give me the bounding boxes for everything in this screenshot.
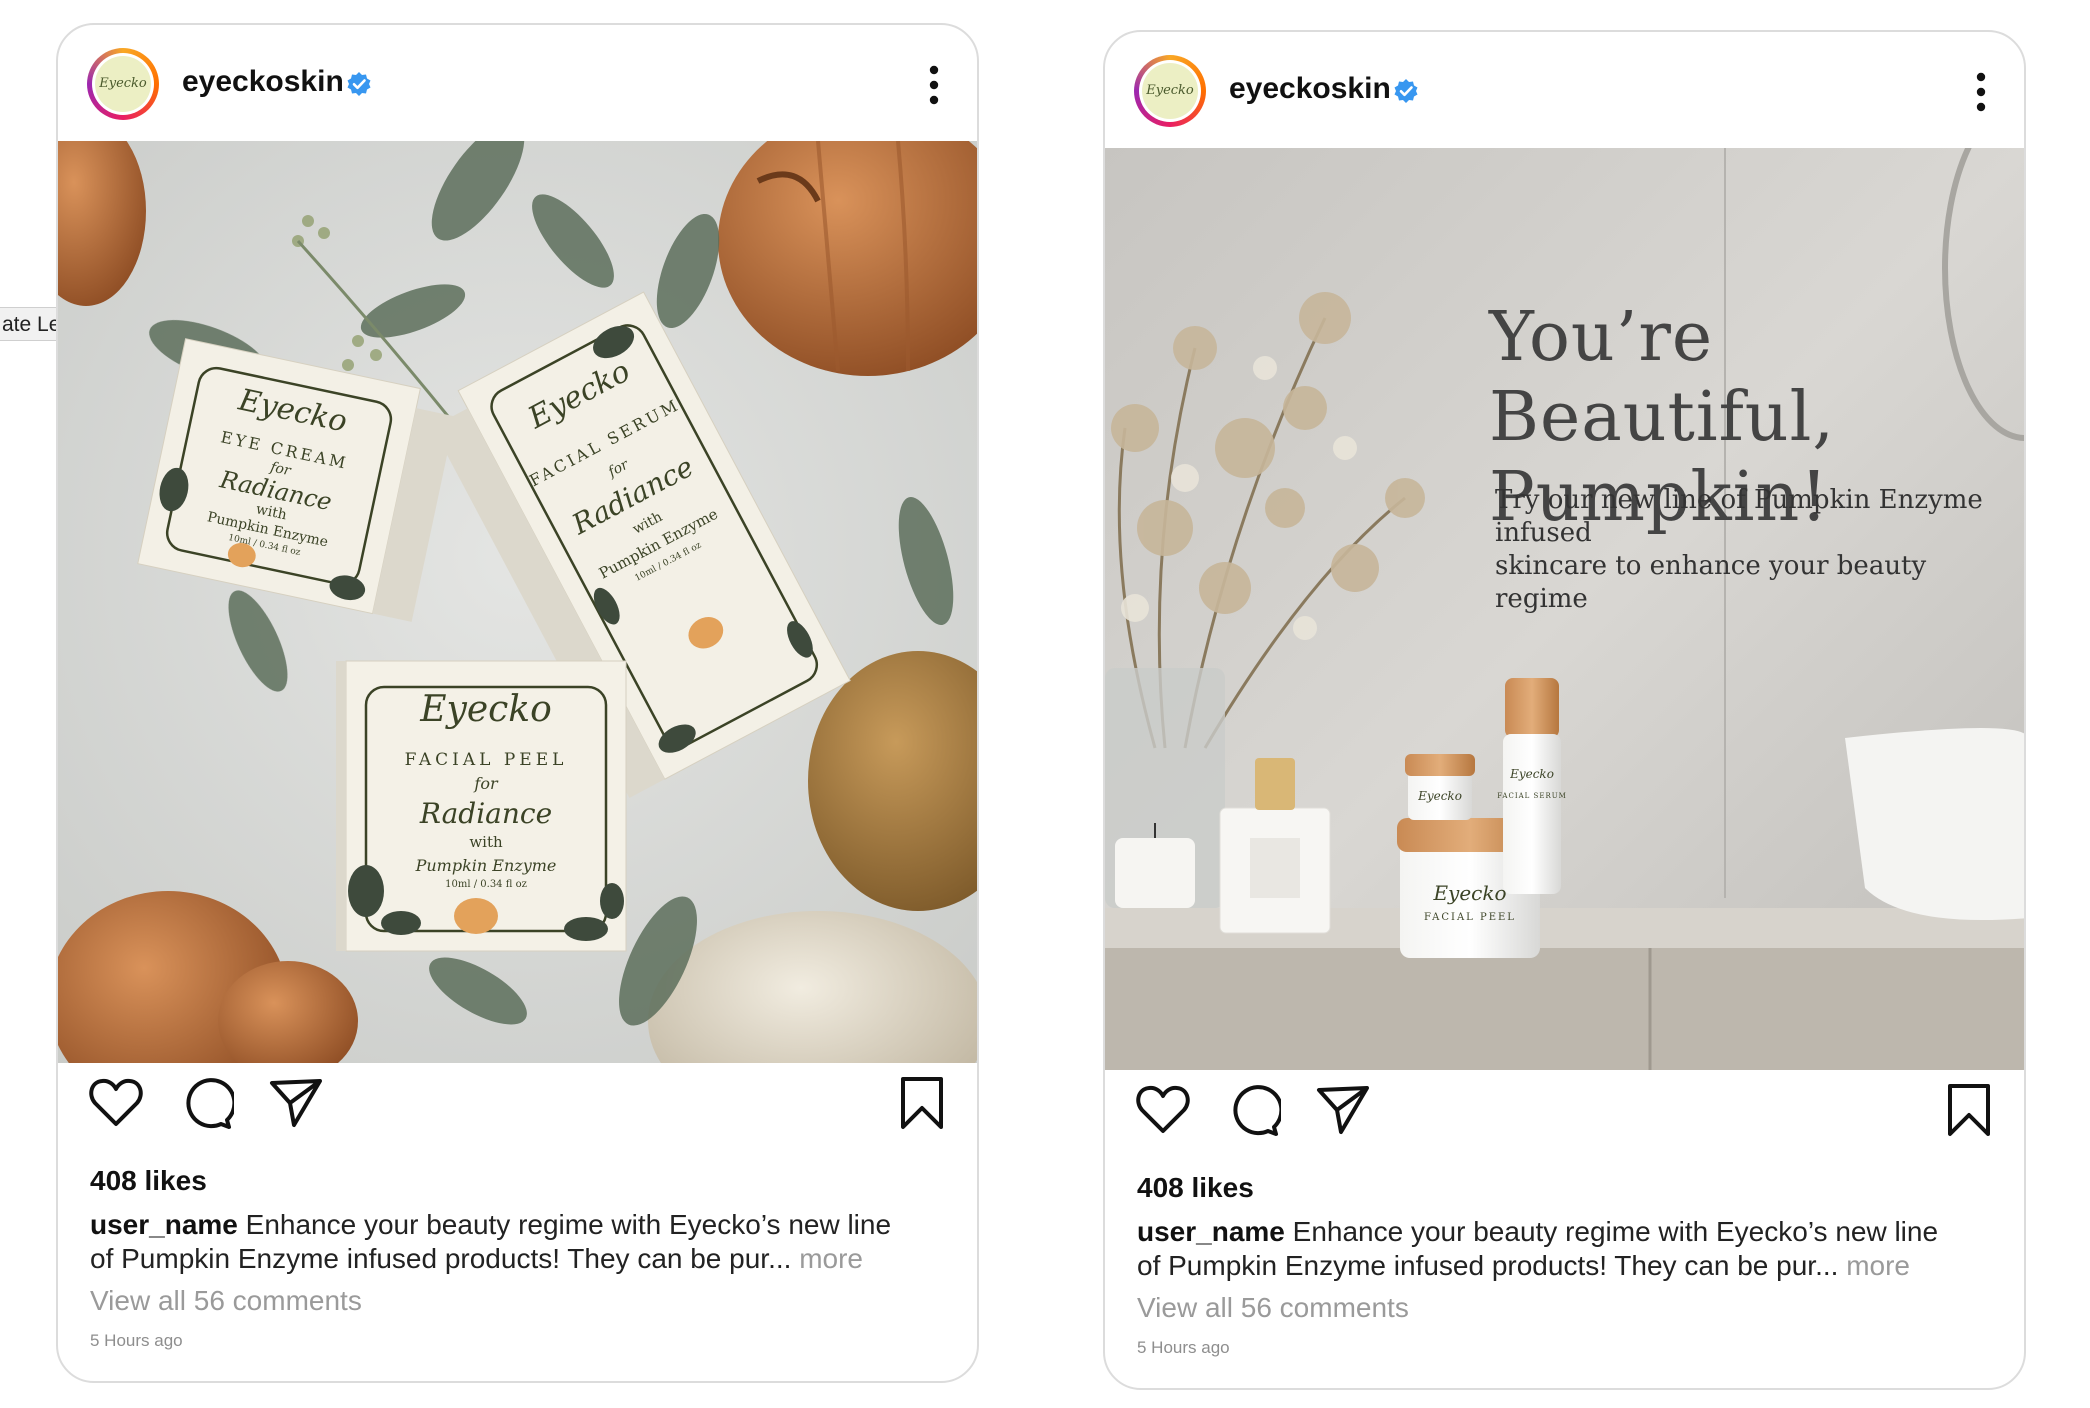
- jar-label: Eyecko: [1432, 881, 1506, 905]
- post-timestamp: 5 Hours ago: [1137, 1338, 1230, 1357]
- serum-sub: FACIAL SERUM: [1497, 792, 1567, 800]
- jar-sub: FACIAL PEEL: [1424, 912, 1516, 923]
- verified-badge-icon: [1394, 79, 1418, 103]
- send-icon[interactable]: [1315, 1082, 1371, 1138]
- subline-line2: skincare to enhance your beauty regime: [1495, 551, 1927, 614]
- product-line2: for: [473, 774, 499, 793]
- caption-username[interactable]: user_name: [90, 1209, 238, 1240]
- post-timestamp: 5 Hours ago: [90, 1331, 183, 1350]
- post-actions: [1105, 1072, 2024, 1152]
- product-line5: Pumpkin Enzyme: [415, 856, 557, 875]
- avatar[interactable]: Eyecko: [1134, 55, 1206, 127]
- caption-more-link[interactable]: more: [1846, 1250, 1910, 1281]
- verified-badge-icon: [347, 72, 371, 96]
- bookmark-icon[interactable]: [1941, 1082, 1997, 1138]
- caption-more-link[interactable]: more: [799, 1243, 863, 1274]
- send-icon[interactable]: [268, 1075, 324, 1131]
- product-brand: Eyecko: [419, 689, 552, 730]
- facial-serum-bottle: Eyecko FACIAL SERUM: [1497, 678, 1567, 894]
- headline-line1: You’re Beautiful,: [1489, 298, 1835, 457]
- caption: user_name Enhance your beauty regime wit…: [1137, 1215, 1967, 1283]
- post-header: Eyecko eyeckoskin: [1105, 32, 2024, 148]
- more-options-icon[interactable]: [929, 65, 939, 105]
- subline-line1: Try our new line of Pumpkin Enzyme infus…: [1495, 485, 1983, 548]
- username[interactable]: eyeckoskin: [182, 65, 344, 99]
- caption: user_name Enhance your beauty regime wit…: [90, 1208, 920, 1276]
- post-actions: [58, 1065, 977, 1145]
- caption-username[interactable]: user_name: [1137, 1216, 1285, 1247]
- likes-count[interactable]: 408 likes: [90, 1165, 207, 1197]
- product-line1: FACIAL PEEL: [405, 750, 568, 770]
- small-jar-label: Eyecko: [1417, 789, 1462, 803]
- view-comments-link[interactable]: View all 56 comments: [1137, 1292, 1409, 1324]
- facial-peel-box: Eyecko FACIAL PEEL for Radiance with Pum…: [336, 660, 627, 952]
- avatar[interactable]: Eyecko: [87, 48, 159, 120]
- serum-label: Eyecko: [1509, 767, 1554, 781]
- bookmark-icon[interactable]: [894, 1075, 950, 1131]
- more-options-icon[interactable]: [1976, 72, 1986, 112]
- username[interactable]: eyeckoskin: [1229, 72, 1391, 106]
- product-size: 10ml / 0.34 fl oz: [445, 879, 527, 890]
- post-image[interactable]: Eyecko FACIAL PEEL Eyecko Eyecko FACIAL …: [1105, 148, 2024, 1070]
- view-comments-link[interactable]: View all 56 comments: [90, 1285, 362, 1317]
- post-image[interactable]: Eyecko EYE CREAM for Radiance with Pumpk…: [58, 141, 977, 1063]
- heart-icon[interactable]: [1135, 1082, 1191, 1138]
- product-line3: Radiance: [419, 797, 552, 830]
- comment-icon[interactable]: [1225, 1082, 1281, 1138]
- heart-icon[interactable]: [88, 1075, 144, 1131]
- instagram-post: Eyecko eyeckoskin: [56, 23, 979, 1383]
- avatar-logo: Eyecko: [1142, 63, 1198, 119]
- likes-count[interactable]: 408 likes: [1137, 1172, 1254, 1204]
- post-header: Eyecko eyeckoskin: [58, 25, 977, 141]
- instagram-post: Eyecko eyeckoskin: [1103, 30, 2026, 1390]
- eye-cream-jar: Eyecko: [1405, 754, 1475, 820]
- promo-subline: Try our new line of Pumpkin Enzyme infus…: [1495, 484, 2015, 616]
- avatar-logo: Eyecko: [95, 56, 151, 112]
- product-line4: with: [469, 833, 503, 851]
- comment-icon[interactable]: [178, 1075, 234, 1131]
